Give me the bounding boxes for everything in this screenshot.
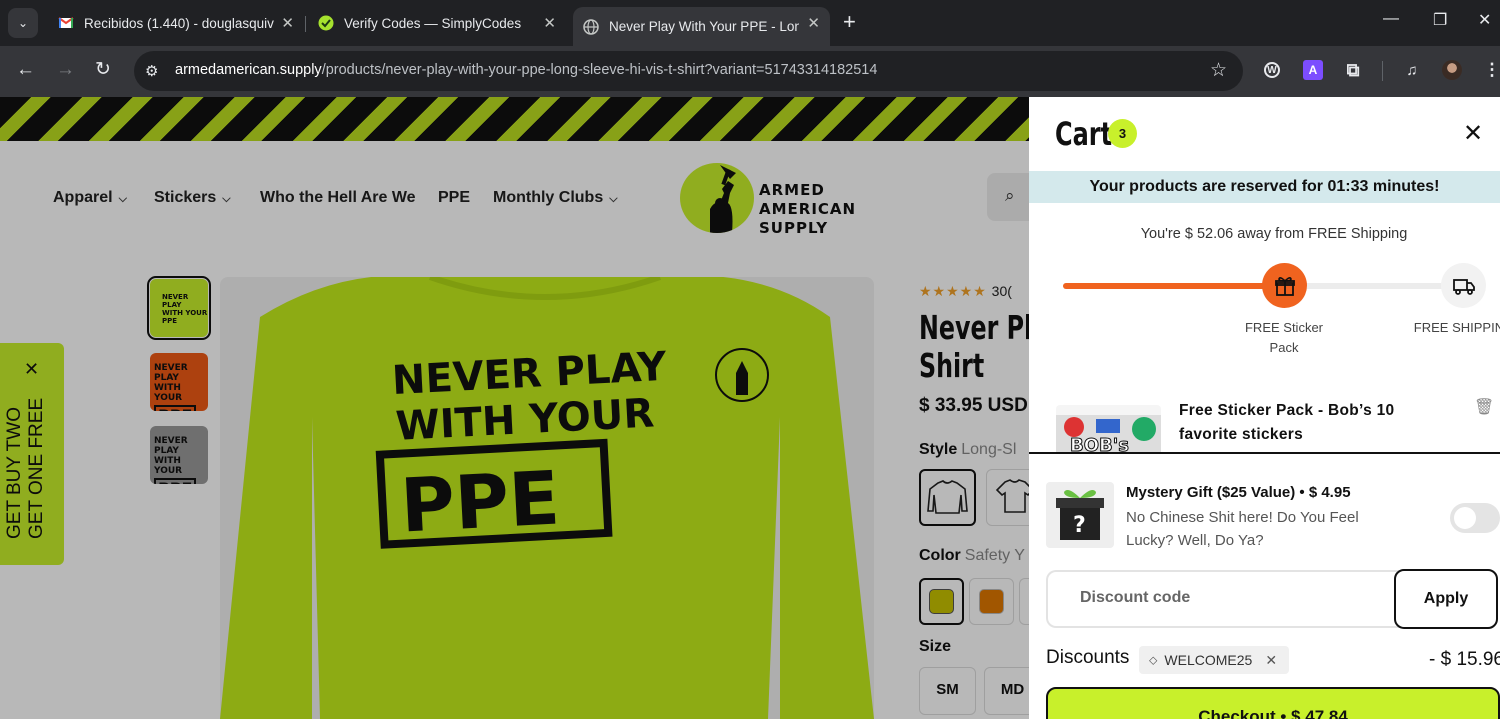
sticker-pack-thumbnail: BOB's: [1056, 415, 1161, 457]
forward-icon[interactable]: →: [56, 59, 75, 81]
toggle-knob: [1454, 507, 1476, 529]
browser-menu-icon[interactable]: ⋮: [1482, 60, 1500, 80]
gmail-icon: [58, 17, 74, 28]
discount-code-chip: ⬦ WELCOME25 ✕: [1139, 646, 1290, 674]
address-bar[interactable]: ⚙ armedamerican.supply/products/never-pl…: [134, 51, 1243, 91]
cart-count-badge: 3: [1108, 119, 1137, 148]
mystery-box-icon: ?: [1056, 490, 1104, 540]
svg-text:?: ?: [1073, 513, 1086, 538]
trash-icon[interactable]: 🗑: [1474, 397, 1494, 417]
apply-discount-button[interactable]: Apply: [1394, 569, 1498, 629]
bookmark-star-icon[interactable]: ☆: [1210, 59, 1227, 82]
browser-tab-strip: ⌄ Recibidos (1.440) - douglasquiv ✕ Veri…: [0, 0, 1500, 46]
new-tab-button[interactable]: +: [843, 10, 856, 34]
globe-icon: [583, 18, 599, 35]
tab-gmail[interactable]: Recibidos (1.440) - douglasquiv ✕: [48, 7, 304, 39]
mystery-gift-price: $ 4.95: [1308, 484, 1351, 501]
wallet-extension-icon[interactable]: W: [1264, 62, 1280, 78]
reload-icon[interactable]: ↻: [95, 59, 111, 81]
cart-item-name[interactable]: Free Sticker Pack - Bob’s 10 favorite st…: [1179, 399, 1449, 447]
profile-avatar[interactable]: [1442, 60, 1462, 80]
url-text[interactable]: armedamerican.supply/products/never-play…: [175, 62, 877, 78]
sticker-pack-image[interactable]: BOB's: [1056, 405, 1161, 457]
media-control-icon[interactable]: ♫: [1402, 60, 1422, 80]
tab-title: Verify Codes — SimplyCodes: [344, 15, 522, 31]
toolbar-divider: [1382, 61, 1383, 81]
simplycodes-icon: [318, 15, 334, 31]
url-path: /products/never-play-with-your-ppe-long-…: [321, 62, 878, 78]
tab-title: Recibidos (1.440) - douglasquiv: [84, 15, 274, 31]
cart-drawer: Cart 3 ✕ Your products are reserved for …: [1029, 97, 1500, 719]
chevron-down-icon: ⌄: [17, 16, 29, 30]
browser-toolbar: ← → ↻ ⚙ armedamerican.supply/products/ne…: [0, 46, 1500, 97]
mystery-gift-image: ?: [1046, 482, 1114, 548]
close-window-icon[interactable]: ✕: [1478, 10, 1491, 30]
tab-title: Never Play With Your PPE - Lon: [609, 19, 799, 34]
tab-search-button[interactable]: ⌄: [8, 8, 38, 38]
extensions-puzzle-icon[interactable]: ⧉: [1343, 60, 1363, 80]
close-tab-icon[interactable]: ✕: [543, 14, 556, 32]
drawer-backdrop[interactable]: [0, 97, 1029, 719]
discounts-label: Discounts: [1046, 647, 1130, 668]
free-shipping-message: You're $ 52.06 away from FREE Shipping: [1140, 226, 1408, 242]
discount-code: WELCOME25: [1164, 652, 1253, 668]
tag-icon: ⬦: [1149, 652, 1158, 667]
tab-simplycodes[interactable]: Verify Codes — SimplyCodes ✕: [308, 7, 566, 39]
back-icon[interactable]: ←: [16, 59, 35, 81]
tab-armed-american[interactable]: Never Play With Your PPE - Lon ✕: [573, 7, 830, 46]
url-host: armedamerican.supply: [175, 62, 322, 78]
restore-icon[interactable]: ❐: [1433, 10, 1447, 30]
cart-footer: ? Mystery Gift ($25 Value) • $ 4.95 No C…: [1029, 452, 1500, 719]
cart-title: Cart: [1055, 115, 1113, 153]
truck-icon: [1452, 278, 1475, 295]
tab-divider: [305, 16, 306, 32]
milestone-label: FREE Sticker Pack: [1244, 320, 1323, 355]
milestone-free-shipping: [1441, 263, 1486, 308]
mystery-gift-toggle[interactable]: [1450, 503, 1500, 533]
site-info-icon[interactable]: ⚙: [145, 62, 158, 80]
close-tab-icon[interactable]: ✕: [281, 14, 294, 32]
milestone-label: FREE SHIPPING: [1413, 320, 1500, 335]
checkout-button[interactable]: Checkout • $ 47.84: [1046, 687, 1500, 719]
reservation-timer-banner: Your products are reserved for 01:33 min…: [1029, 171, 1500, 203]
close-cart-icon[interactable]: ✕: [1463, 121, 1483, 147]
minimize-icon[interactable]: —: [1383, 10, 1399, 28]
shipping-progress-fill: [1063, 283, 1283, 289]
discount-code-input[interactable]: [1080, 589, 1380, 607]
remove-discount-icon[interactable]: ✕: [1265, 652, 1277, 669]
a-extension-icon[interactable]: A: [1303, 60, 1323, 80]
close-tab-icon[interactable]: ✕: [807, 14, 820, 32]
discount-field-wrapper: [1046, 570, 1416, 628]
discount-amount: - $ 15.96: [1429, 649, 1500, 670]
mystery-gift-title: Mystery Gift ($25 Value) • $ 4.95: [1126, 484, 1351, 501]
mystery-gift-description: No Chinese Shit here! Do You Feel Lucky?…: [1126, 509, 1359, 549]
gift-icon: [1274, 276, 1295, 296]
milestone-sticker-pack: [1262, 263, 1307, 308]
